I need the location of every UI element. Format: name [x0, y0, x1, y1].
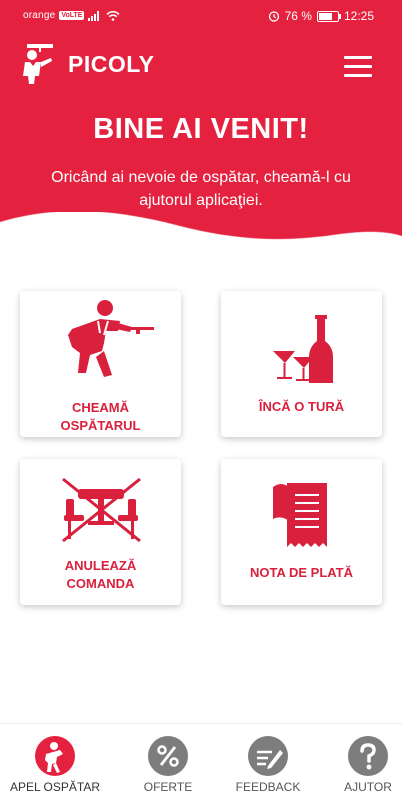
waiter-icon — [35, 736, 75, 776]
bill-label: NOTA DE PLATĂ — [249, 565, 354, 580]
signal-icon — [88, 10, 100, 21]
another-round-card[interactable]: ÎNCĂ O TURĂ — [221, 291, 382, 437]
percent-icon — [148, 736, 188, 776]
menu-icon — [344, 56, 372, 59]
page-title: BINE AI VENIT! — [93, 113, 309, 145]
header-wave — [0, 212, 402, 262]
nav-label: APEL OSPĂTAR — [9, 780, 101, 794]
status-bar: orange VoLTE 76 % 12:25 — [0, 0, 402, 34]
carrier-name: orange — [23, 10, 56, 21]
nav-feedback[interactable]: FEEDBACK — [218, 724, 318, 801]
waiter-logo-icon — [23, 44, 53, 84]
feedback-icon — [248, 736, 288, 776]
battery-percent: 76 % — [284, 9, 312, 23]
cancel-order-label: ANULEAZĂ COMANDA — [64, 558, 137, 591]
alarm-icon — [268, 11, 279, 22]
menu-button[interactable] — [344, 56, 372, 78]
cancel-order-card[interactable]: ANULEAZĂ COMANDA — [20, 459, 181, 605]
cancel-table-icon — [62, 477, 141, 543]
bottom-nav: APEL OSPĂTAR OFERTE FEEDBACK AJUTOR — [0, 723, 402, 801]
nav-help[interactable]: AJUTOR — [318, 724, 402, 801]
nav-call-waiter[interactable]: APEL OSPĂTAR — [5, 724, 105, 801]
nav-offers[interactable]: OFERTE — [118, 724, 218, 801]
call-waiter-label: CHEAMĂ OSPĂTARUL — [60, 400, 141, 433]
another-round-label: ÎNCĂ O TURĂ — [258, 399, 345, 414]
page-subtitle: Oricând ai nevoie de ospătar, cheamă-l c… — [51, 169, 351, 209]
nav-label: AJUTOR — [344, 780, 392, 794]
brand-name: PICOLY — [68, 50, 155, 77]
bill-card[interactable]: NOTA DE PLATĂ — [221, 459, 382, 605]
volte-badge: VoLTE — [59, 11, 85, 20]
battery-icon — [316, 10, 341, 22]
help-icon — [348, 736, 388, 776]
call-waiter-card[interactable]: CHEAMĂ OSPĂTARUL — [20, 291, 181, 437]
drinks-icon — [273, 315, 333, 383]
header: orange VoLTE 76 % 12:25 PICOLY BINE AI V… — [0, 0, 402, 262]
wifi-icon — [106, 10, 121, 21]
receipt-icon — [273, 483, 327, 547]
waiter-icon — [68, 300, 154, 377]
clock: 12:25 — [343, 9, 374, 23]
app-logo: PICOLY — [21, 44, 155, 84]
